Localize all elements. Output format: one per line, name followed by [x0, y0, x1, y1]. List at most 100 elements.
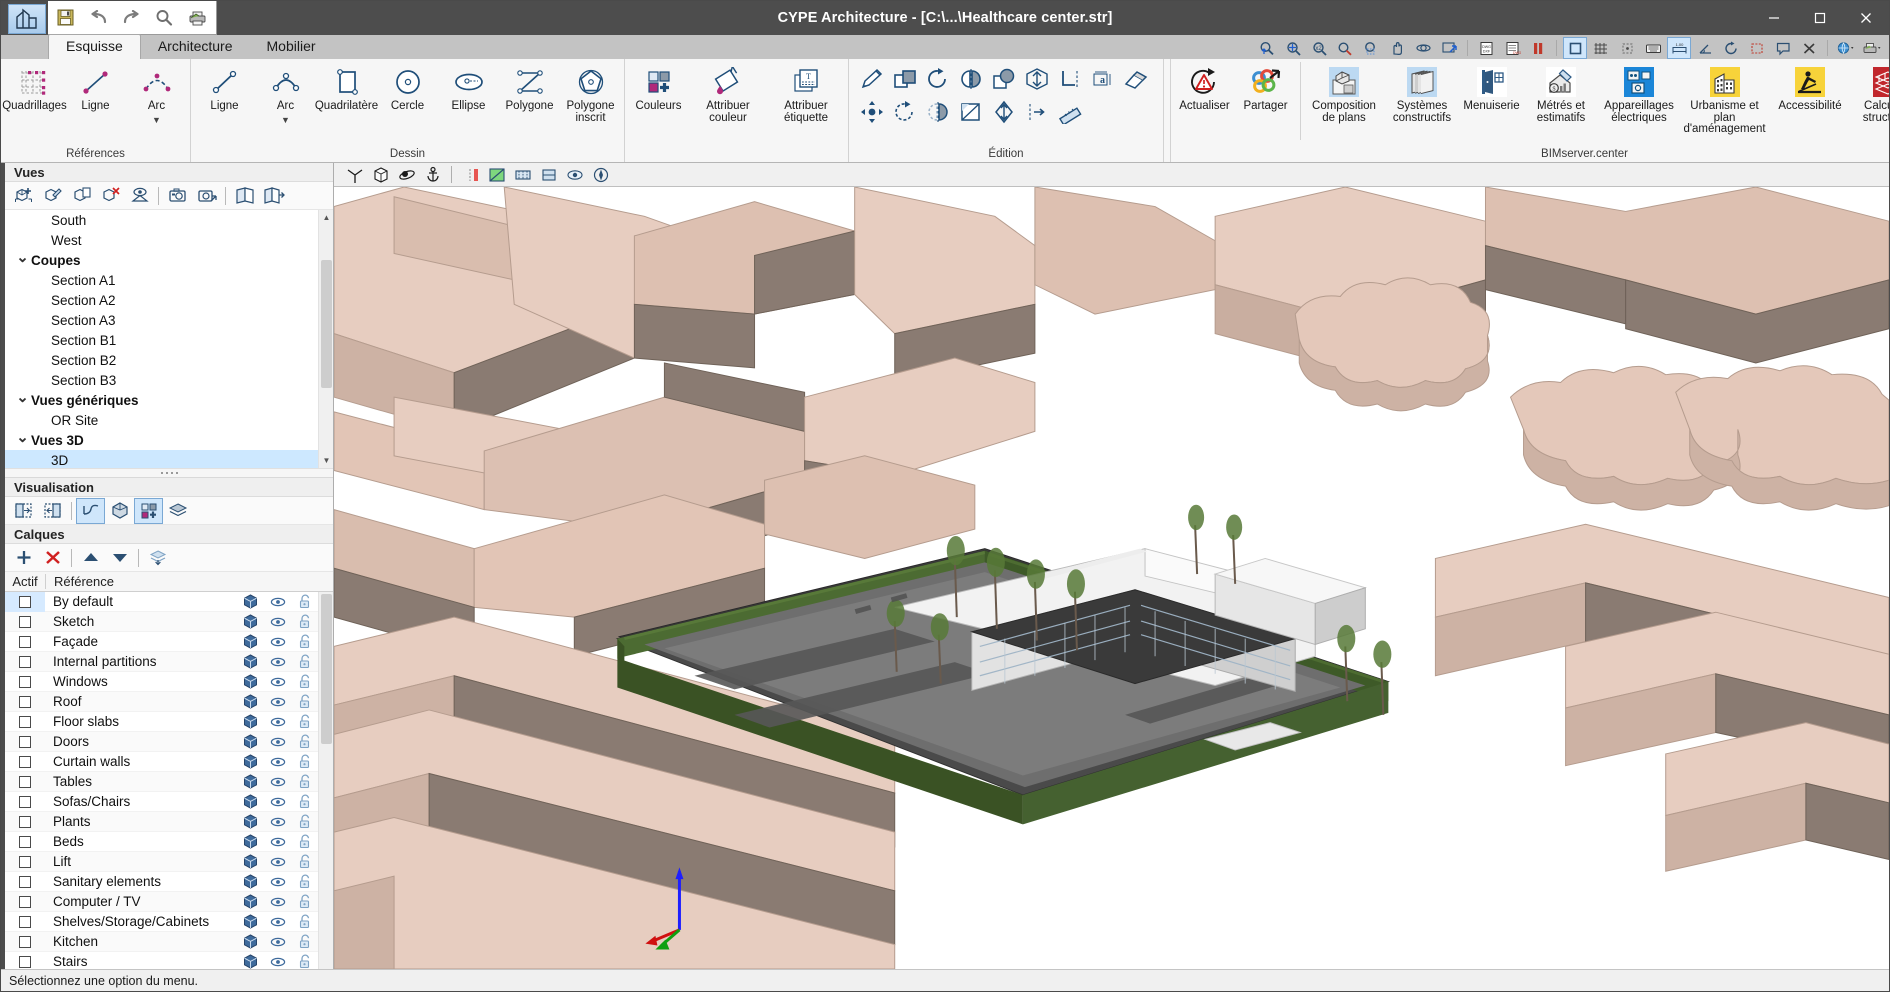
- chevron-down-icon[interactable]: ⌄: [14, 250, 31, 265]
- ref-arc-button[interactable]: Arc ▼: [126, 62, 187, 142]
- section-curve-icon[interactable]: [76, 497, 105, 524]
- layer-3d-icon[interactable]: [237, 674, 264, 689]
- compass-icon[interactable]: [588, 164, 613, 186]
- layer-lock-icon[interactable]: [291, 694, 318, 709]
- layer-row[interactable]: Plants: [5, 812, 318, 833]
- chevron-down-icon[interactable]: ▼: [281, 115, 290, 124]
- layer-row[interactable]: Windows: [5, 672, 318, 693]
- layer-row[interactable]: Tables: [5, 772, 318, 793]
- pencil-edit-icon[interactable]: [855, 62, 888, 95]
- view-tree-item[interactable]: Section A3: [5, 310, 318, 330]
- cube-3d-icon[interactable]: [536, 164, 561, 186]
- layer-visibility-icon[interactable]: [264, 896, 291, 908]
- stretch-icon[interactable]: [987, 95, 1020, 128]
- app-logo-icon[interactable]: [8, 4, 46, 34]
- columns-icon[interactable]: [1527, 38, 1549, 58]
- selection-box-icon[interactable]: [1746, 38, 1768, 58]
- layer-3d-icon[interactable]: [237, 894, 264, 909]
- layer-3d-icon[interactable]: [237, 734, 264, 749]
- couleurs-button[interactable]: Couleurs: [628, 62, 689, 142]
- layer-lock-icon[interactable]: [291, 614, 318, 629]
- scroll-down-icon[interactable]: ▼: [319, 453, 334, 468]
- red-section-icon[interactable]: [458, 164, 483, 186]
- view-tree-item[interactable]: Section B1: [5, 330, 318, 350]
- anchor-view-icon[interactable]: [420, 164, 445, 186]
- layer-lock-icon[interactable]: [291, 954, 318, 969]
- dwg-dxf-icon[interactable]: DWG DXF: [1475, 38, 1497, 58]
- pan-hand-icon[interactable]: [1386, 38, 1408, 58]
- ref-ligne-button[interactable]: Ligne: [65, 62, 126, 142]
- 3d-viewport-canvas[interactable]: [334, 187, 1889, 969]
- scroll-thumb[interactable]: [321, 260, 332, 388]
- globe-icon[interactable]: [1835, 38, 1857, 58]
- layer-visibility-icon[interactable]: [264, 856, 291, 868]
- edit-view-icon[interactable]: [39, 184, 66, 208]
- solid-view-icon[interactable]: [106, 499, 133, 523]
- rotate-copy-icon[interactable]: [888, 95, 921, 128]
- layer-active-checkbox[interactable]: [5, 692, 45, 712]
- layer-active-checkbox[interactable]: [5, 732, 45, 752]
- measure-icon[interactable]: [1053, 95, 1086, 128]
- move-icon[interactable]: [855, 95, 888, 128]
- dessin-arc-button[interactable]: Arc ▼: [255, 62, 316, 142]
- attribuer-couleur-button[interactable]: Attribuer couleur: [689, 62, 767, 142]
- delete-view-icon[interactable]: [97, 184, 124, 208]
- view-tree-item[interactable]: ⌄ Coupes: [5, 250, 318, 270]
- print-icon[interactable]: [186, 7, 208, 29]
- mirror-copy-icon[interactable]: [921, 95, 954, 128]
- quadrillages-button[interactable]: Quadrillages: [2, 62, 67, 142]
- panel-splitter[interactable]: [5, 468, 333, 479]
- copy-view-icon[interactable]: [68, 184, 95, 208]
- layer-lock-icon[interactable]: [291, 734, 318, 749]
- add-view-icon[interactable]: [10, 184, 37, 208]
- layer-visibility-icon[interactable]: [264, 756, 291, 768]
- camera-update-icon[interactable]: [193, 184, 220, 208]
- colors-view-icon[interactable]: [134, 497, 163, 524]
- layer-3d-icon[interactable]: [237, 594, 264, 609]
- union-icon[interactable]: [987, 62, 1020, 95]
- polygone-button[interactable]: Polygone: [499, 62, 560, 142]
- layer-row[interactable]: Roof: [5, 692, 318, 713]
- layer-lock-icon[interactable]: [291, 894, 318, 909]
- axes-icon[interactable]: [342, 164, 367, 186]
- layer-row[interactable]: Shelves/Storage/Cabinets: [5, 912, 318, 933]
- tab-architecture[interactable]: Architecture: [141, 35, 250, 59]
- fullscreen-icon[interactable]: [1563, 37, 1587, 59]
- layer-lock-icon[interactable]: [291, 934, 318, 949]
- keyboard-icon[interactable]: [1642, 38, 1664, 58]
- layers-scrollbar[interactable]: [318, 592, 333, 969]
- layer-active-checkbox[interactable]: [5, 592, 45, 612]
- eraser-icon[interactable]: [1119, 62, 1152, 95]
- layers-stack-icon[interactable]: [510, 164, 535, 186]
- layer-3d-icon[interactable]: [237, 934, 264, 949]
- layer-visibility-icon[interactable]: [264, 796, 291, 808]
- scroll-thumb[interactable]: [321, 594, 332, 745]
- layer-lock-icon[interactable]: [291, 594, 318, 609]
- layer-active-checkbox[interactable]: [5, 632, 45, 652]
- split-right-icon[interactable]: [39, 499, 66, 523]
- layer-row[interactable]: Stairs: [5, 952, 318, 969]
- metres-et-estimatifs-button[interactable]: $ Métrés et estimatifs: [1522, 62, 1600, 142]
- print-view-icon[interactable]: [1861, 38, 1883, 58]
- menuiserie-button[interactable]: Menuiserie: [1461, 62, 1522, 142]
- view-tree-item[interactable]: Section A1: [5, 270, 318, 290]
- layer-row[interactable]: By default: [5, 592, 318, 613]
- layer-row[interactable]: Computer / TV: [5, 892, 318, 913]
- view-tree-item[interactable]: West: [5, 230, 318, 250]
- view-tree-item[interactable]: Section A2: [5, 290, 318, 310]
- box-view-icon[interactable]: [368, 164, 393, 186]
- camera-icon[interactable]: [164, 184, 191, 208]
- layer-lock-icon[interactable]: [291, 834, 318, 849]
- view-tree-item[interactable]: South: [5, 210, 318, 230]
- layer-visibility-icon[interactable]: [264, 736, 291, 748]
- layer-3d-icon[interactable]: [237, 654, 264, 669]
- extrude-icon[interactable]: [1020, 62, 1053, 95]
- layer-active-checkbox[interactable]: [5, 672, 45, 692]
- layer-lock-icon[interactable]: [291, 714, 318, 729]
- layer-active-checkbox[interactable]: [5, 892, 45, 912]
- cercle-button[interactable]: Cercle: [377, 62, 438, 142]
- layer-3d-icon[interactable]: [237, 854, 264, 869]
- book-next-icon[interactable]: [260, 184, 287, 208]
- layer-lock-icon[interactable]: [291, 814, 318, 829]
- layer-row[interactable]: Sofas/Chairs: [5, 792, 318, 813]
